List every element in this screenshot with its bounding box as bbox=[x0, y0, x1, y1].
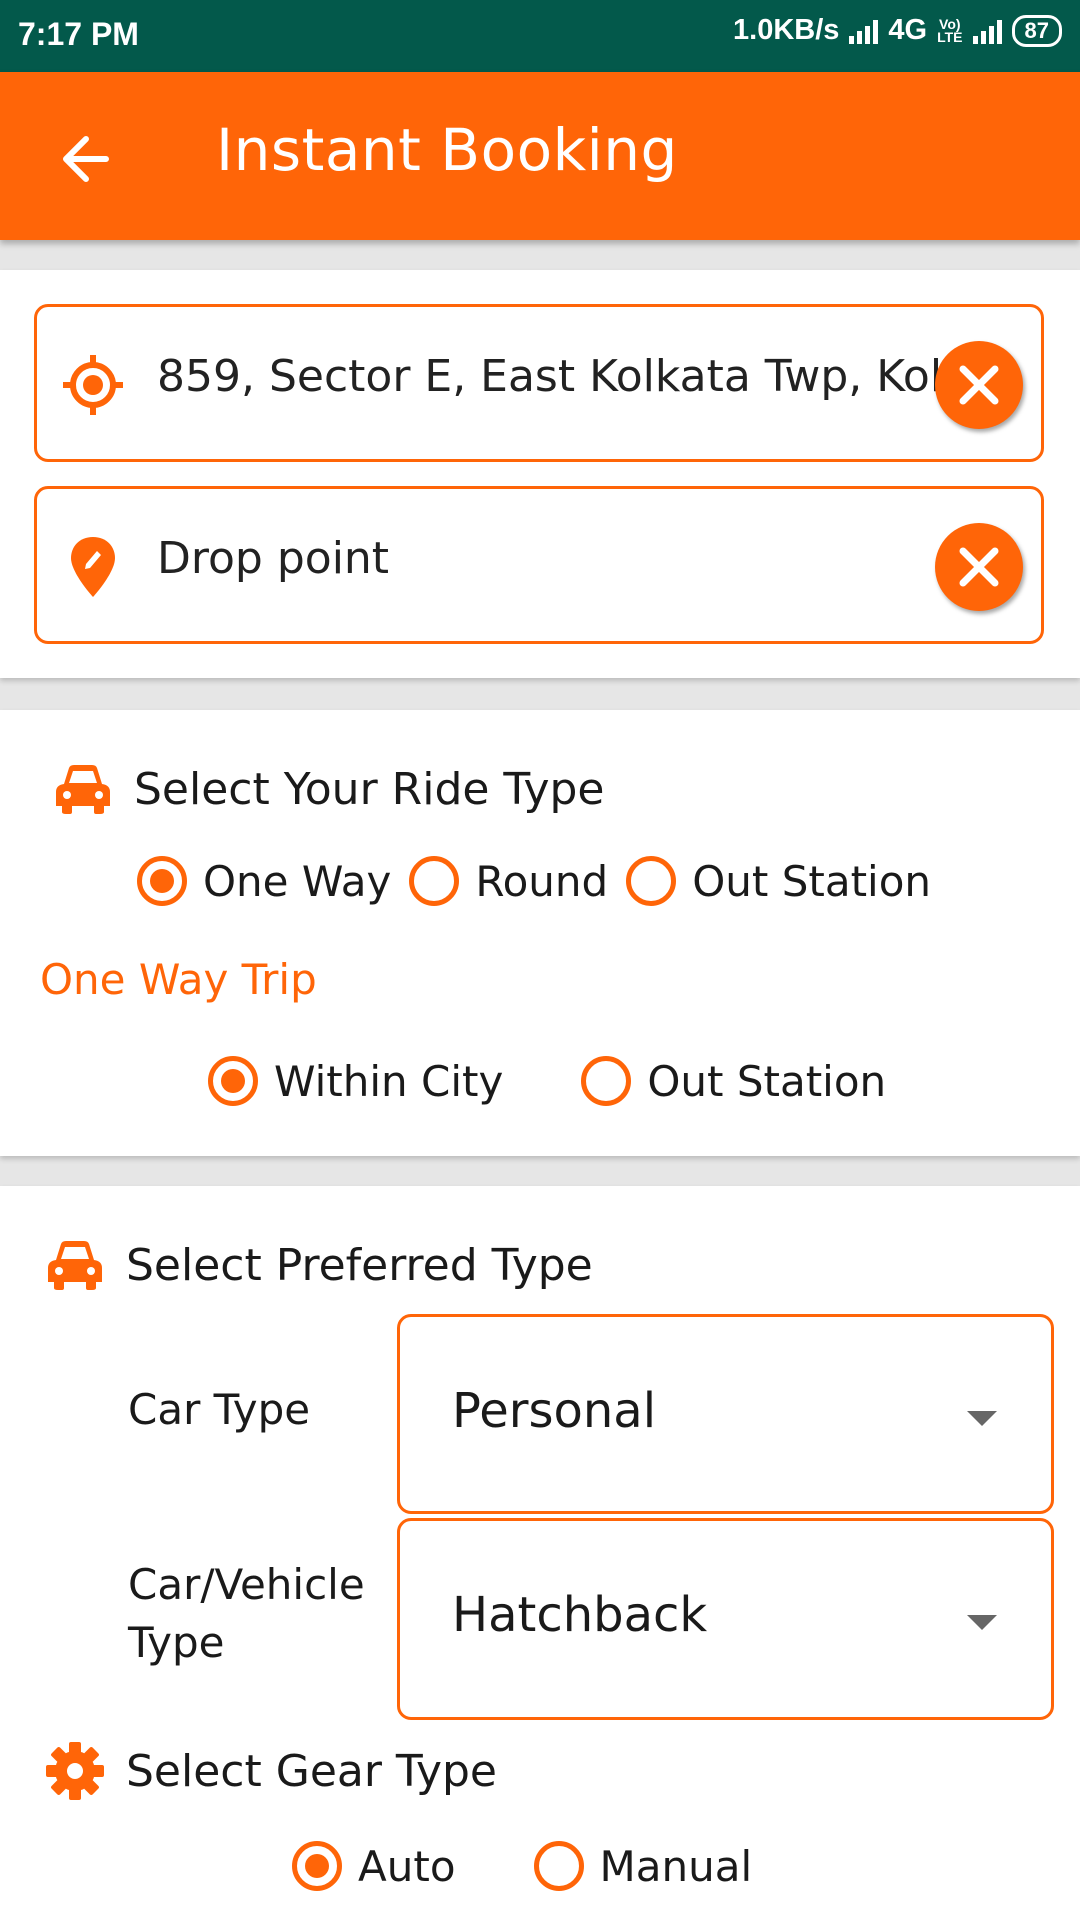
radio-round[interactable]: Round bbox=[409, 856, 608, 906]
close-icon bbox=[959, 365, 999, 405]
ride-type-options: One Way Round Out Station bbox=[137, 856, 931, 906]
radio-within-city[interactable]: Within City bbox=[208, 1056, 503, 1106]
dropdown-arrow-icon bbox=[967, 1411, 997, 1426]
radio-unchecked-icon bbox=[581, 1056, 632, 1106]
radio-unchecked-icon bbox=[626, 856, 677, 906]
back-button[interactable] bbox=[54, 124, 124, 194]
gear-icon bbox=[46, 1742, 104, 1800]
radio-checked-icon bbox=[208, 1056, 258, 1106]
network-type: 4G bbox=[888, 14, 928, 46]
arrow-left-icon bbox=[63, 136, 109, 182]
trip-options: Within City Out Station bbox=[208, 1056, 886, 1106]
location-card: 859, Sector E, East Kolkata Twp, Kolkata… bbox=[0, 270, 1080, 678]
volte-icon: Vo) LTE bbox=[937, 15, 963, 45]
gear-options: Auto Manual bbox=[292, 1841, 752, 1891]
vehicle-type-label: Car/Vehicle Type bbox=[128, 1560, 365, 1667]
vehicle-type-dropdown[interactable]: Hatchback bbox=[397, 1518, 1054, 1720]
gear-type-header: Select Gear Type bbox=[44, 1740, 497, 1802]
preferred-type-heading: Select Preferred Type bbox=[126, 1239, 593, 1291]
radio-trip-out-station[interactable]: Out Station bbox=[581, 1056, 886, 1106]
radio-checked-icon bbox=[137, 856, 187, 906]
clear-pickup-button[interactable] bbox=[935, 341, 1023, 429]
close-icon bbox=[959, 547, 999, 587]
radio-one-way[interactable]: One Way bbox=[137, 856, 391, 906]
radio-out-station[interactable]: Out Station bbox=[626, 856, 931, 906]
clear-drop-button[interactable] bbox=[935, 523, 1023, 611]
radio-manual[interactable]: Manual bbox=[533, 1841, 752, 1891]
car-type-value: Personal bbox=[452, 1383, 657, 1439]
map-pin-icon bbox=[71, 537, 115, 597]
page-title: Instant Booking bbox=[216, 116, 678, 184]
radio-auto[interactable]: Auto bbox=[292, 1841, 456, 1891]
status-time: 7:17 PM bbox=[18, 16, 139, 52]
car-icon bbox=[56, 765, 110, 814]
car-icon bbox=[48, 1241, 102, 1290]
gear-type-heading: Select Gear Type bbox=[126, 1745, 497, 1797]
radio-unchecked-icon bbox=[409, 856, 460, 906]
radio-unchecked-icon bbox=[533, 1841, 584, 1891]
signal-icon-2 bbox=[972, 18, 1002, 44]
gps-target-icon bbox=[63, 355, 123, 415]
one-way-trip-title: One Way Trip bbox=[40, 955, 317, 1004]
car-type-dropdown[interactable]: Personal bbox=[397, 1314, 1054, 1514]
preferred-type-header: Select Preferred Type bbox=[46, 1238, 593, 1292]
drop-input[interactable]: Drop point bbox=[157, 533, 977, 584]
status-icons: 1.0KB/s 4G Vo) LTE 87 bbox=[733, 14, 1062, 47]
car-type-label: Car Type bbox=[128, 1385, 311, 1434]
pickup-field[interactable]: 859, Sector E, East Kolkata Twp, Kolkata bbox=[34, 304, 1044, 462]
dropdown-arrow-icon bbox=[967, 1615, 997, 1630]
radio-checked-icon bbox=[292, 1841, 342, 1891]
signal-icon bbox=[849, 18, 879, 44]
ride-type-heading: Select Your Ride Type bbox=[134, 763, 605, 815]
pickup-input[interactable]: 859, Sector E, East Kolkata Twp, Kolkata bbox=[157, 351, 977, 402]
ride-type-header: Select Your Ride Type bbox=[54, 762, 605, 816]
battery-icon: 87 bbox=[1011, 14, 1062, 47]
network-speed: 1.0KB/s bbox=[733, 14, 840, 46]
app-bar: Instant Booking bbox=[0, 72, 1080, 240]
vehicle-type-value: Hatchback bbox=[452, 1587, 708, 1643]
drop-field[interactable]: Drop point bbox=[34, 486, 1044, 644]
status-bar: 7:17 PM 1.0KB/s 4G Vo) LTE 87 bbox=[0, 0, 1080, 72]
